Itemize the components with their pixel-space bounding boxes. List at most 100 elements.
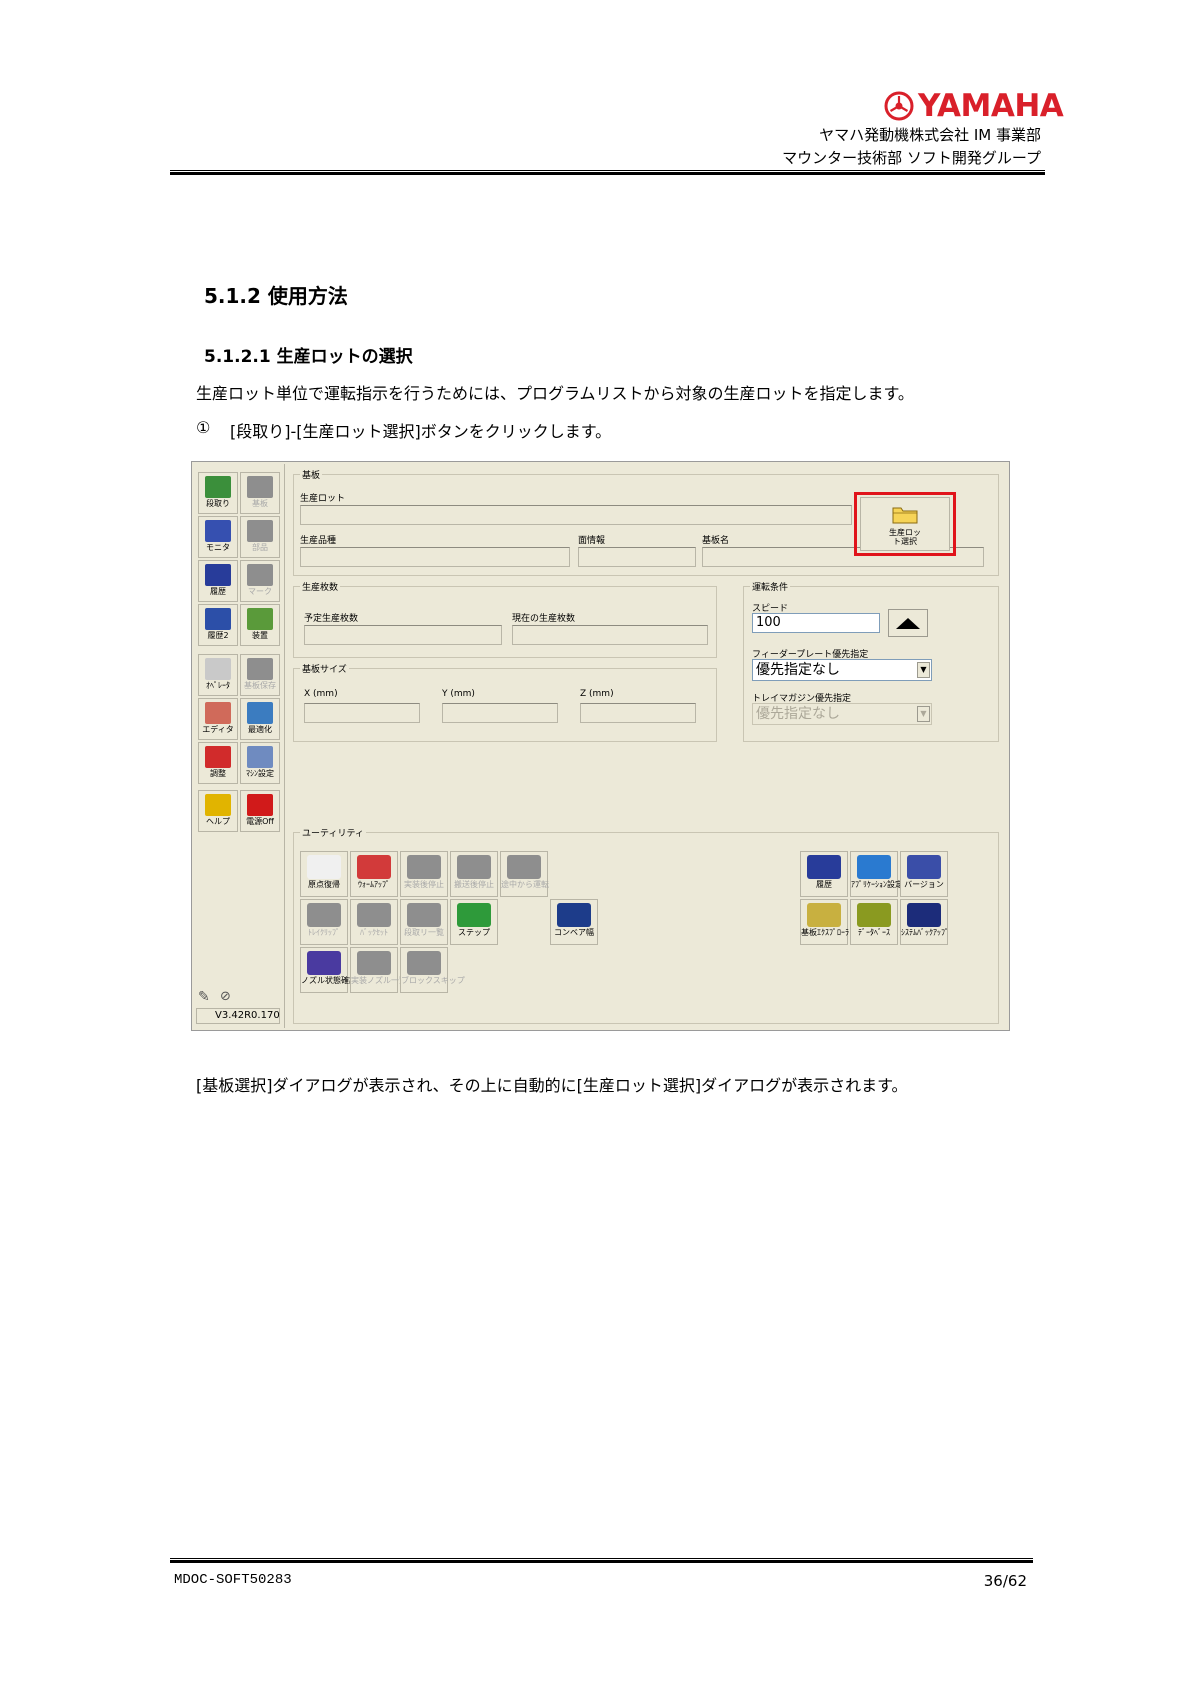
speed-up-button[interactable] [888, 609, 928, 637]
database-icon [857, 903, 891, 927]
utility-button-label: ブロックスキップ [401, 976, 465, 985]
toolbar-button-editor[interactable]: エディタ [198, 698, 238, 740]
toolbar-button-setup[interactable]: 段取り [198, 472, 238, 514]
utility-button-conveyor-width[interactable]: コンベア幅 [550, 899, 598, 945]
toolbar-button-label: 最適化 [248, 725, 272, 734]
app-settings-icon [857, 855, 891, 879]
run-group: 運転条件 スピード 100 フィーダープレート優先指定 優先指定なし ▼ トレイ… [743, 580, 999, 742]
utility-button-label: 実装後停止 [404, 880, 444, 889]
home-return-icon [307, 855, 341, 879]
utility-button-history[interactable]: 履歴 [800, 851, 848, 897]
size-group-title: 基板サイズ [300, 662, 349, 675]
lot-label: 生産ロット [300, 494, 346, 504]
step-instruction: [段取り]-[生産ロット選択]ボタンをクリックします。 [230, 422, 612, 441]
footer-rule-bottom [170, 1560, 1033, 1563]
speed-input[interactable]: 100 [752, 613, 880, 633]
intro-paragraph: 生産ロット単位で運転指示を行うためには、プログラムリストから対象の生産ロットを指… [196, 384, 914, 403]
utility-button-nozzle-check[interactable]: ノズル状態確認 [300, 947, 357, 993]
dropdown-arrow-icon[interactable]: ▼ [917, 706, 930, 722]
utility-button-board-explorer[interactable]: 基板ｴｸｽﾌﾟﾛｰﾗ [800, 899, 849, 945]
setup-icon [205, 476, 231, 498]
utility-button-database[interactable]: ﾃﾞｰﾀﾍﾞｰｽ [850, 899, 898, 945]
stop-after-mount-icon [407, 855, 441, 879]
warmup-icon [357, 855, 391, 879]
toolbar-button-operator[interactable]: ｵﾍﾟﾚｰﾀ [198, 654, 238, 696]
size-x-field[interactable] [304, 703, 420, 723]
toolbar-button-power[interactable]: 電源Off [240, 790, 280, 832]
size-z-field[interactable] [580, 703, 696, 723]
utility-button-label: 搬送後停止 [454, 880, 494, 889]
utility-button-app-settings[interactable]: ｱﾌﾟﾘｹｰｼｮﾝ設定 [850, 851, 903, 897]
planned-count-field[interactable] [304, 625, 502, 645]
size-y-field[interactable] [442, 703, 558, 723]
system-backup-icon [907, 903, 941, 927]
tray-priority-select[interactable]: 優先指定なし ▼ [752, 703, 932, 725]
toolbar-button-history[interactable]: 履歴 [198, 560, 238, 602]
editor-icon [205, 702, 231, 724]
toolbar-button-optimize[interactable]: 最適化 [240, 698, 280, 740]
feeder-priority-select[interactable]: 優先指定なし ▼ [752, 659, 932, 681]
step-marker: ① [196, 418, 211, 437]
utility-button-system-backup[interactable]: ｼｽﾃﾑﾊﾞｯｸｱｯﾌﾟ [900, 899, 949, 945]
utility-button-setup-list[interactable]: 段取リ一覧 [400, 899, 448, 945]
nozzle-check-icon [307, 951, 341, 975]
footer-rule-top [170, 1558, 1033, 1559]
utility-button-home-return[interactable]: 原点復帰 [300, 851, 348, 897]
toolbar-button-board[interactable]: 基板 [240, 472, 280, 514]
utility-button-step[interactable]: ステップ [450, 899, 498, 945]
toolbar-button-monitor[interactable]: モニタ [198, 516, 238, 558]
utility-button-backset[interactable]: ﾊﾞｯｸｾｯﾄ [350, 899, 398, 945]
utility-button-resume[interactable]: 途中から運転 [500, 851, 549, 897]
utility-button-nozzle-list[interactable]: 実装ノズル一覧 [350, 947, 407, 993]
toolbar-button-label: エディタ [202, 725, 234, 734]
planned-count-label: 予定生産枚数 [304, 614, 359, 624]
pen-icon: ✎ [198, 989, 210, 1005]
current-count-field[interactable] [512, 625, 708, 645]
parts-icon [247, 520, 273, 542]
toolbar-button-board-save[interactable]: 基板保存 [240, 654, 280, 696]
utility-button-label: ステップ [458, 928, 490, 937]
toolbar-button-mark[interactable]: マーク [240, 560, 280, 602]
board-name-label: 基板名 [702, 536, 730, 546]
brand-name: YAMAHA [918, 88, 1064, 124]
dropdown-arrow-icon[interactable]: ▼ [917, 662, 930, 678]
help-icon [205, 794, 231, 816]
utility-button-stop-after-mount[interactable]: 実装後停止 [400, 851, 448, 897]
toolbar-button-parts[interactable]: 部品 [240, 516, 280, 558]
toolbar-button-label: 基板保存 [244, 681, 276, 690]
utility-button-tray-clip[interactable]: ﾄﾚｲｸﾘｯﾌﾟ [300, 899, 348, 945]
product-field[interactable] [300, 547, 570, 567]
toolbar-button-adjust[interactable]: 調整 [198, 742, 238, 784]
step-icon [457, 903, 491, 927]
toolbar-button-help[interactable]: ヘルプ [198, 790, 238, 832]
page-number: 36/62 [983, 1572, 1027, 1590]
utility-button-warmup[interactable]: ｳｫｰﾑｱｯﾌﾟ [350, 851, 398, 897]
section-title: 5.1.2 使用方法 [204, 284, 348, 308]
result-caption: [基板選択]ダイアログが表示され、その上に自動的に[生産ロット選択]ダイアログが… [196, 1076, 908, 1095]
utility-button-label: ﾄﾚｲｸﾘｯﾌﾟ [308, 928, 340, 937]
utility-button-label: ｱﾌﾟﾘｹｰｼｮﾝ設定 [851, 880, 903, 889]
power-icon [247, 794, 273, 816]
utility-button-block-skip[interactable]: ブロックスキップ [400, 947, 465, 993]
face-field[interactable] [578, 547, 696, 567]
size-y-label: Y (mm) [442, 689, 475, 699]
utility-button-label: 途中から運転 [501, 880, 549, 889]
toolbar-button-device[interactable]: 装置 [240, 604, 280, 646]
operator-icon [205, 658, 231, 680]
document-id: MDOC-SOFT50283 [174, 1572, 292, 1588]
resume-icon [507, 855, 541, 879]
utility-button-version[interactable]: バージョン [900, 851, 948, 897]
toolbar-button-history2[interactable]: 履歴2 [198, 604, 238, 646]
toolbar-button-label: モニタ [206, 543, 230, 552]
mark-icon [247, 564, 273, 586]
utility-button-label: 段取リ一覧 [404, 928, 444, 937]
utility-button-label: ﾊﾞｯｸｾｯﾄ [360, 928, 388, 937]
lot-field[interactable] [300, 505, 852, 525]
history-icon [807, 855, 841, 879]
tray-priority-value: 優先指定なし [756, 706, 840, 722]
toolbar-button-machine-settings[interactable]: ﾏｼﾝ設定 [240, 742, 280, 784]
block-skip-icon [407, 951, 441, 975]
triangle-up-icon [896, 618, 920, 629]
utility-button-stop-after-transfer[interactable]: 搬送後停止 [450, 851, 498, 897]
utility-button-label: ｼｽﾃﾑﾊﾞｯｸｱｯﾌﾟ [901, 928, 949, 937]
